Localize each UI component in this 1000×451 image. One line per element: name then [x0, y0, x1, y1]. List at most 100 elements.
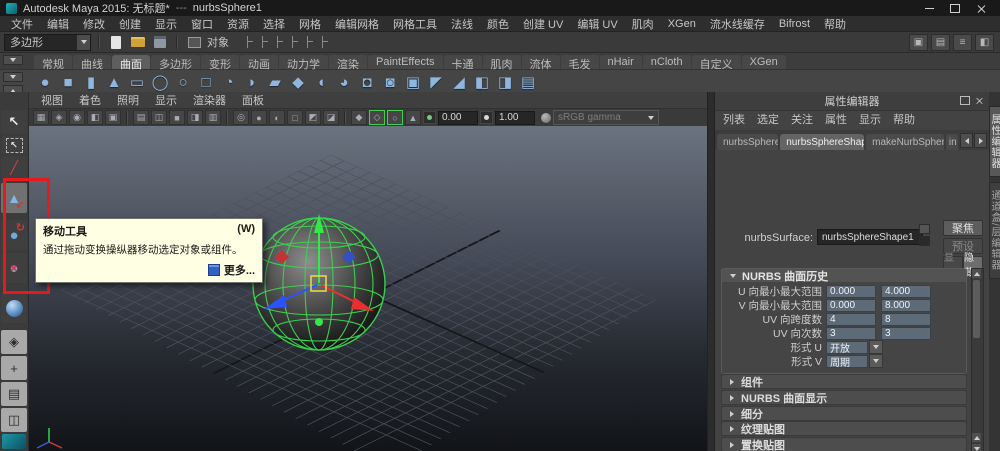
shelf-menu-icon[interactable]	[3, 55, 23, 65]
boundary-icon[interactable]: ◕	[333, 71, 355, 93]
two-pane-layout[interactable]: +	[1, 356, 27, 380]
swatch-icon[interactable]	[919, 236, 930, 246]
snap-to-point-icon[interactable]: ◉	[69, 110, 85, 125]
menu-网格[interactable]: 网格	[292, 16, 328, 32]
nurbs-sphere-icon[interactable]: ●	[34, 71, 56, 93]
ae-tab-nurbsSphere1[interactable]: nurbsSphere1	[717, 134, 779, 150]
birail-icon[interactable]: ◖	[310, 71, 332, 93]
lasso-select-tool[interactable]: ↖	[1, 136, 27, 154]
toolbar-group-expander[interactable]	[322, 36, 329, 48]
project-curve-icon[interactable]: ▣	[402, 71, 424, 93]
safe-title-icon[interactable]: ◪	[323, 110, 339, 125]
close-panel-icon[interactable]	[976, 97, 983, 104]
rebuild-surface-icon[interactable]: ▤	[517, 71, 539, 93]
snap-to-view-plane-icon[interactable]: ◧	[87, 110, 103, 125]
selection-mode-dropdown[interactable]: 多边形	[4, 33, 91, 51]
nurbs-torus-icon[interactable]: ◯	[149, 71, 171, 93]
surface-name-field[interactable]: nurbsSphereShape1	[817, 229, 923, 245]
2d-pan-zoom-icon[interactable]: ◨	[187, 110, 203, 125]
manipulator-handle-green-icon[interactable]	[315, 318, 323, 326]
toolbar-group-expander[interactable]	[247, 36, 254, 48]
section-纹理贴图[interactable]: 纹理贴图	[721, 421, 967, 436]
menu-修改[interactable]: 修改	[76, 16, 112, 32]
shelf-tab-自定义[interactable]: 自定义	[691, 55, 741, 71]
snap-to-grid-icon[interactable]: ▦	[33, 110, 49, 125]
toolbar-group-expander[interactable]	[307, 36, 314, 48]
shelf-tab-nHair[interactable]: nHair	[599, 55, 642, 69]
menu-帮助[interactable]: 帮助	[817, 16, 853, 32]
focus-button[interactable]: 聚焦	[943, 220, 983, 236]
menu-资源[interactable]: 资源	[220, 16, 256, 32]
ae-menu-选定[interactable]: 选定	[751, 111, 785, 127]
attribute-field-1[interactable]: 3	[826, 326, 876, 340]
ae-menu-列表[interactable]: 列表	[717, 111, 751, 127]
image-plane-icon[interactable]: ■	[169, 110, 185, 125]
side-tab-属性编辑器[interactable]: 属性编辑器	[989, 106, 1000, 177]
snap-to-curve-icon[interactable]: ◈	[51, 110, 67, 125]
view-transform-select[interactable]: sRGB gamma	[553, 110, 659, 125]
menu-文件[interactable]: 文件	[4, 16, 40, 32]
panel-menu-渲染器[interactable]: 渲染器	[185, 92, 234, 108]
menu-编辑 UV[interactable]: 编辑 UV	[570, 16, 624, 32]
menu-法线[interactable]: 法线	[444, 16, 480, 32]
attach-surfaces-icon[interactable]: ◧	[471, 71, 493, 93]
shelf-tab-曲线[interactable]: 曲线	[73, 55, 111, 71]
ae-menu-属性[interactable]: 属性	[819, 111, 853, 127]
menu-编辑网格[interactable]: 编辑网格	[328, 16, 386, 32]
last-tool-sphere[interactable]	[1, 293, 27, 323]
panel-menu-显示[interactable]: 显示	[147, 92, 185, 108]
planar-icon[interactable]: ▰	[264, 71, 286, 93]
chevron-down-icon[interactable]	[869, 354, 883, 368]
menu-窗口[interactable]: 窗口	[184, 16, 220, 32]
attribute-field-1[interactable]: 4	[826, 312, 876, 326]
sidebar-attribute-editor-toggle[interactable]: ▣	[909, 33, 928, 51]
scroll-up2-icon[interactable]	[972, 433, 981, 442]
make-live-icon[interactable]: ▣	[105, 110, 121, 125]
toolbar-group-expander[interactable]	[292, 36, 299, 48]
grease-pencil-icon[interactable]: ▥	[205, 110, 221, 125]
gamma-field[interactable]: 1.00	[495, 110, 535, 125]
detach-surfaces-icon[interactable]: ◨	[494, 71, 516, 93]
scroll-down-icon[interactable]	[972, 444, 981, 451]
revolve-icon[interactable]: ◔	[218, 71, 240, 93]
nurbs-circle-icon[interactable]: ○	[172, 71, 194, 93]
shelf-tab-流体[interactable]: 流体	[521, 55, 560, 71]
tab-scroll-right-icon[interactable]	[974, 133, 987, 148]
viewport-canvas[interactable]	[29, 126, 707, 451]
resolution-gate-icon[interactable]: ●	[251, 110, 267, 125]
attribute-field-1[interactable]: 0.000	[826, 298, 876, 312]
tab-scroll-left-icon[interactable]	[960, 133, 973, 148]
select-tool[interactable]: ↖	[1, 110, 27, 134]
extrude-icon[interactable]: ◆	[287, 71, 309, 93]
panel-menu-照明[interactable]: 照明	[109, 92, 147, 108]
menu-选择[interactable]: 选择	[256, 16, 292, 32]
attribute-field-2[interactable]: 8	[881, 312, 931, 326]
shelf-tab-PaintEffects[interactable]: PaintEffects	[368, 55, 443, 69]
float-panel-icon[interactable]	[960, 96, 970, 105]
loft-icon[interactable]: ◗	[241, 71, 263, 93]
paint-select-tool[interactable]: ╱	[1, 156, 27, 180]
scroll-thumb[interactable]	[973, 280, 980, 338]
attribute-field-2[interactable]: 8.000	[881, 298, 931, 312]
ae-menu-显示[interactable]: 显示	[853, 111, 887, 127]
bevel-plus-icon[interactable]: ◙	[379, 71, 401, 93]
shelf-tab-肌肉[interactable]: 肌肉	[482, 55, 521, 71]
new-scene-icon[interactable]	[107, 34, 125, 51]
shelf-tab-XGen[interactable]: XGen	[741, 55, 786, 69]
shelf-tab-多边形[interactable]: 多边形	[151, 55, 200, 71]
menu-肌肉[interactable]: 肌肉	[625, 16, 661, 32]
ae-tab-nurbsSphereShape1[interactable]: nurbsSphereShape1	[780, 134, 865, 150]
bevel-icon[interactable]: ◘	[356, 71, 378, 93]
nurbs-plane-icon[interactable]: ▭	[126, 71, 148, 93]
menu-流水线缓存[interactable]: 流水线缓存	[703, 16, 772, 32]
save-scene-icon[interactable]	[151, 34, 169, 51]
panel-splitter[interactable]	[707, 92, 715, 451]
close-button[interactable]	[968, 0, 994, 16]
scroll-up-icon[interactable]	[972, 269, 981, 278]
film-gate-icon[interactable]: ◎	[233, 110, 249, 125]
modeling-toolkit-toggle[interactable]: ◧	[975, 33, 994, 51]
shelf-tab-动力学[interactable]: 动力学	[279, 55, 328, 71]
side-tab-通道盒/层编辑器[interactable]: 通道盒/层编辑器	[989, 182, 1000, 279]
shelf-tab-动画[interactable]: 动画	[240, 55, 278, 71]
section-细分[interactable]: 细分	[721, 406, 967, 421]
